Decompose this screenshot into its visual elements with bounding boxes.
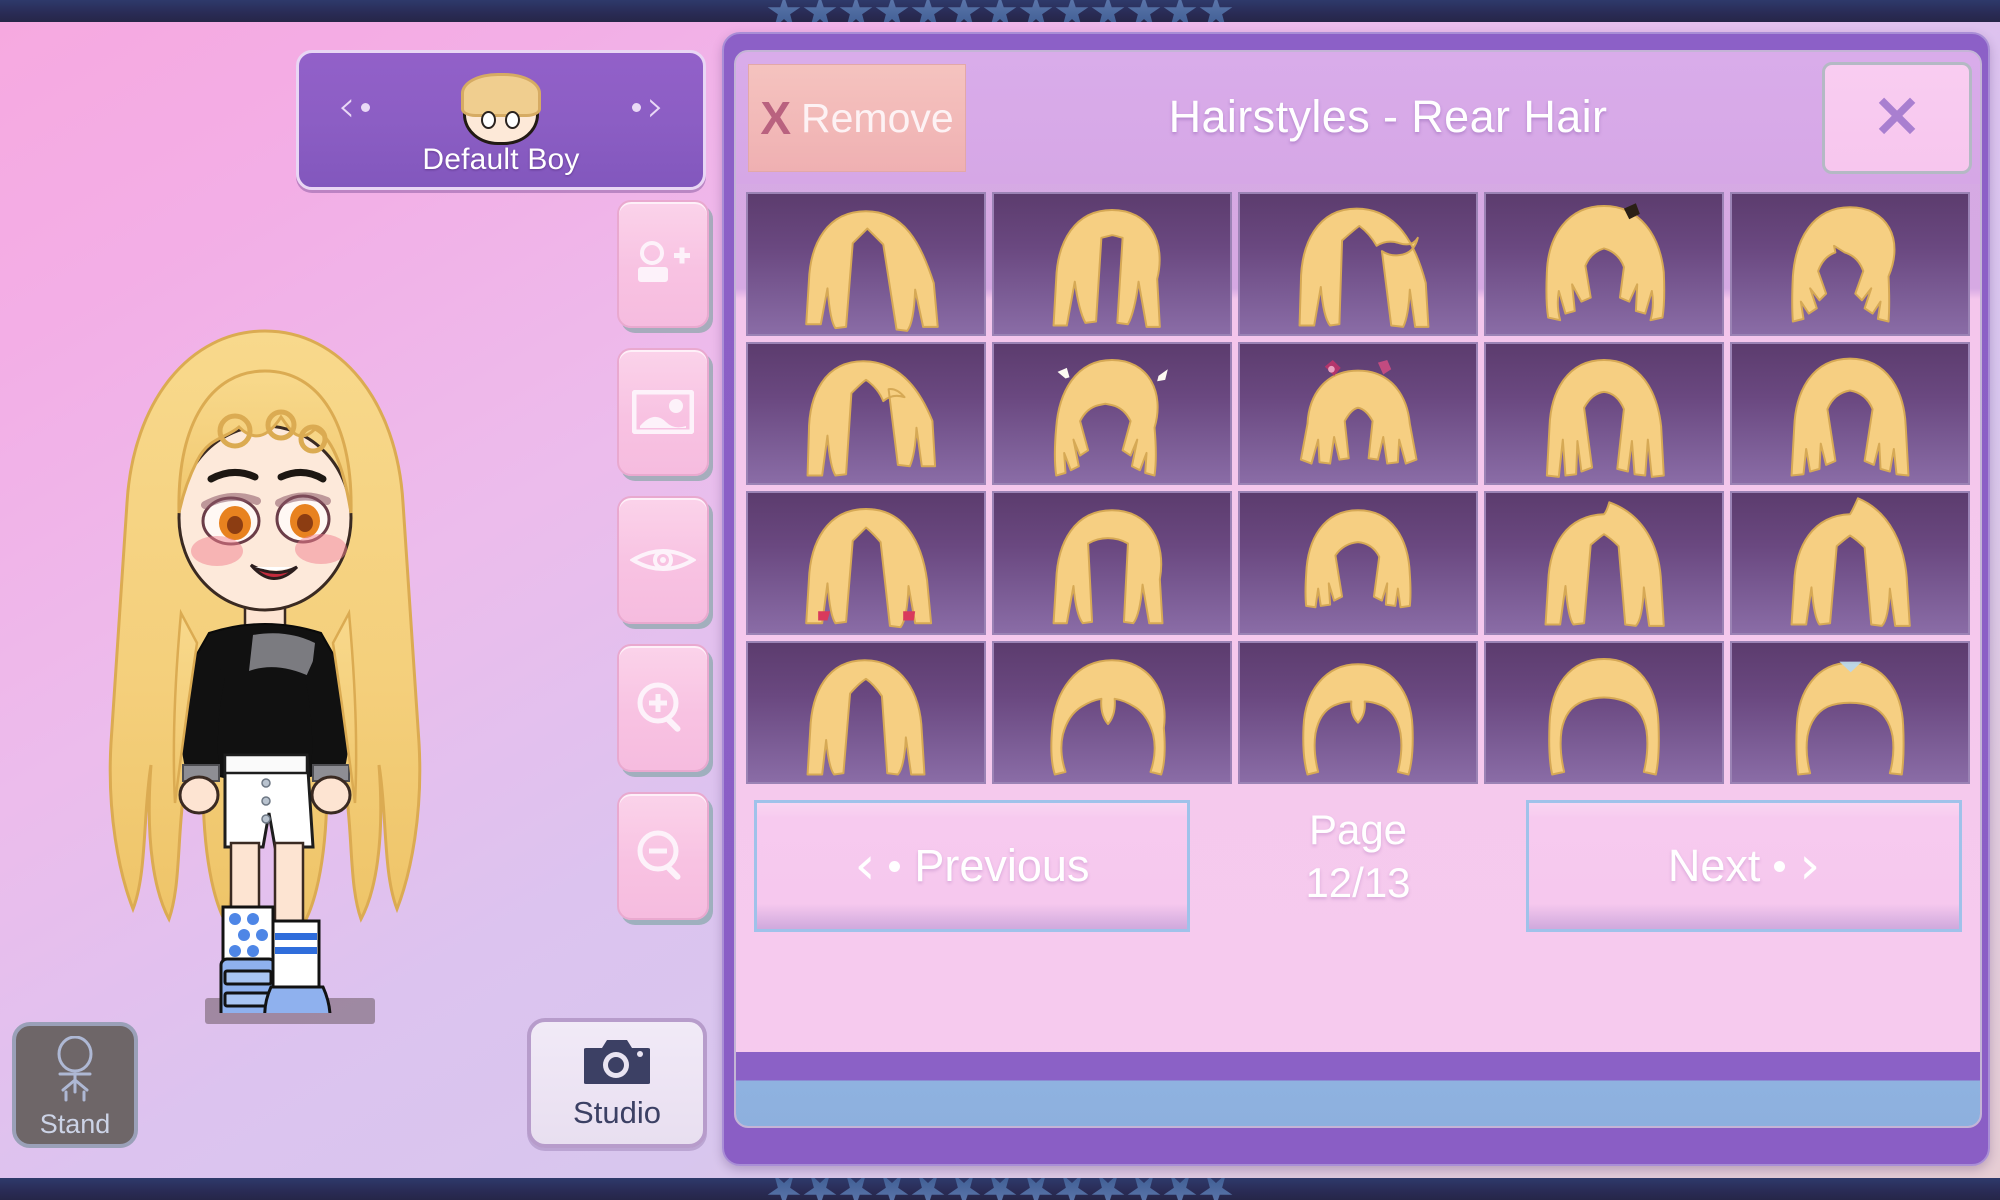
bottom-decorative-border (0, 1178, 2000, 1200)
hair-shape-icon (805, 210, 939, 332)
hairstyle-thumbnail[interactable] (1730, 192, 1970, 336)
hair-shape-icon (1052, 509, 1164, 625)
hair-shape-icon (1302, 662, 1414, 776)
pagination-bar: ‹ Previous Page 12/13 Next › (746, 794, 1970, 954)
previous-page-button[interactable]: ‹ Previous (754, 800, 1190, 932)
nav-dot-left (361, 102, 371, 112)
zoom-in-icon (635, 680, 691, 736)
hair-shape-icon (1545, 358, 1665, 478)
remove-label: Remove (801, 94, 954, 141)
chevron-left-icon: ‹ (854, 836, 876, 896)
hair-shape-icon (1304, 509, 1412, 609)
avatar-eye-left (481, 111, 496, 129)
hairstyle-thumbnail[interactable] (1238, 491, 1478, 635)
hairstyle-thumbnail[interactable] (1730, 491, 1970, 635)
character-preview-area: ‹ › Default Boy Stand Studio (0, 18, 720, 1182)
close-button[interactable]: ✕ (1822, 62, 1972, 174)
hairstyle-thumbnail[interactable] (746, 640, 986, 784)
studio-button[interactable]: Studio (527, 1018, 707, 1148)
nav-dot-right (631, 102, 641, 112)
hairstyle-thumbnail[interactable] (1238, 640, 1478, 784)
close-x-icon: ✕ (1872, 85, 1922, 150)
add-character-button[interactable] (617, 200, 709, 328)
standing-figure-icon (46, 1035, 104, 1107)
chevron-right-icon: › (1799, 836, 1821, 896)
hair-shape-icon (1298, 207, 1430, 328)
avatar-eye-right (505, 111, 520, 129)
top-decorative-border (0, 0, 2000, 22)
panel-inner: X Remove Hairstyles - Rear Hair ✕ ‹ Prev… (734, 50, 1982, 1128)
hairstyle-thumbnail[interactable] (1730, 341, 1970, 485)
hairstyle-thumbnail[interactable] (746, 192, 986, 336)
page-indicator: Page 12/13 (1258, 804, 1458, 909)
character-figure[interactable] (85, 313, 445, 1097)
background-button[interactable] (617, 348, 709, 476)
hair-shape-icon (1548, 657, 1660, 776)
character-name-label: Default Boy (422, 143, 580, 176)
remove-x-icon: X (760, 92, 791, 144)
studio-label: Studio (573, 1094, 661, 1130)
hair-shape-icon (806, 658, 926, 776)
hairstyle-thumbnail[interactable] (746, 491, 986, 635)
add-character-icon (634, 241, 692, 287)
hairstyle-thumbnail[interactable] (992, 491, 1232, 635)
hairstyle-thumbnail[interactable] (992, 640, 1232, 784)
character-head-avatar (459, 71, 543, 147)
next-dot (1774, 860, 1786, 872)
preview-button[interactable] (617, 496, 709, 624)
hairstyle-thumbnail[interactable] (1238, 192, 1478, 336)
hairstyle-thumbnail[interactable] (992, 341, 1232, 485)
chevron-left-icon: ‹ (337, 81, 356, 132)
tool-rail (617, 200, 709, 940)
hair-shape-icon (1299, 359, 1418, 465)
hair-shape-icon (1544, 501, 1665, 627)
background-image-icon (632, 390, 694, 434)
character-selector[interactable]: ‹ › Default Boy (296, 50, 706, 190)
hair-shape-icon (1795, 661, 1905, 776)
remove-button[interactable]: X Remove (748, 64, 966, 172)
star-row-bottom (0, 1178, 2000, 1200)
next-character-button[interactable]: › (611, 81, 685, 133)
zoom-out-icon (635, 828, 691, 884)
zoom-in-button[interactable] (617, 644, 709, 772)
stand-button[interactable]: Stand (12, 1022, 138, 1148)
hairstyle-picker-panel: X Remove Hairstyles - Rear Hair ✕ ‹ Prev… (722, 32, 1990, 1166)
hair-shape-icon (1545, 203, 1666, 322)
hair-shape-icon (1790, 497, 1911, 627)
hair-shape-icon (1790, 357, 1910, 477)
hairstyle-thumbnail[interactable] (992, 192, 1232, 336)
stand-label: Stand (39, 1109, 111, 1139)
hair-shape-icon (805, 507, 933, 629)
previous-label: Previous (914, 840, 1090, 891)
hairstyle-thumbnail[interactable] (1484, 192, 1724, 336)
app-stage: ‹ › Default Boy Stand Studio X Remove Ha… (0, 18, 2000, 1182)
hairstyle-thumbnail[interactable] (1484, 491, 1724, 635)
chevron-right-icon: › (646, 81, 665, 132)
hair-shape-icon (1052, 208, 1161, 328)
panel-footer (736, 1052, 1980, 1126)
hairstyle-thumbnail[interactable] (1484, 341, 1724, 485)
zoom-out-button[interactable] (617, 792, 709, 920)
hair-shape-icon (806, 359, 937, 477)
hair-shape-icon (1050, 658, 1166, 776)
panel-header: X Remove Hairstyles - Rear Hair ✕ (736, 52, 1980, 184)
hair-shape-icon (1053, 358, 1168, 477)
avatar-hair (461, 73, 541, 117)
previous-character-button[interactable]: ‹ (317, 81, 391, 133)
star-row-top (0, 0, 2000, 22)
camera-icon (583, 1036, 651, 1091)
hairstyle-thumbnail[interactable] (1484, 640, 1724, 784)
hair-shape-icon (1791, 206, 1896, 323)
hairstyle-thumbnail[interactable] (1730, 640, 1970, 784)
eye-preview-icon (630, 543, 696, 577)
hairstyle-thumbnail[interactable] (1238, 341, 1478, 485)
next-page-button[interactable]: Next › (1526, 800, 1962, 932)
page-word: Page (1308, 806, 1408, 853)
page-value: 12/13 (1305, 858, 1411, 906)
prev-dot (889, 860, 901, 872)
page-title: Hairstyles - Rear Hair (1168, 91, 1608, 142)
hairstyle-thumbnail[interactable] (746, 341, 986, 485)
next-label: Next (1667, 840, 1761, 891)
hairstyle-grid (746, 192, 1970, 784)
